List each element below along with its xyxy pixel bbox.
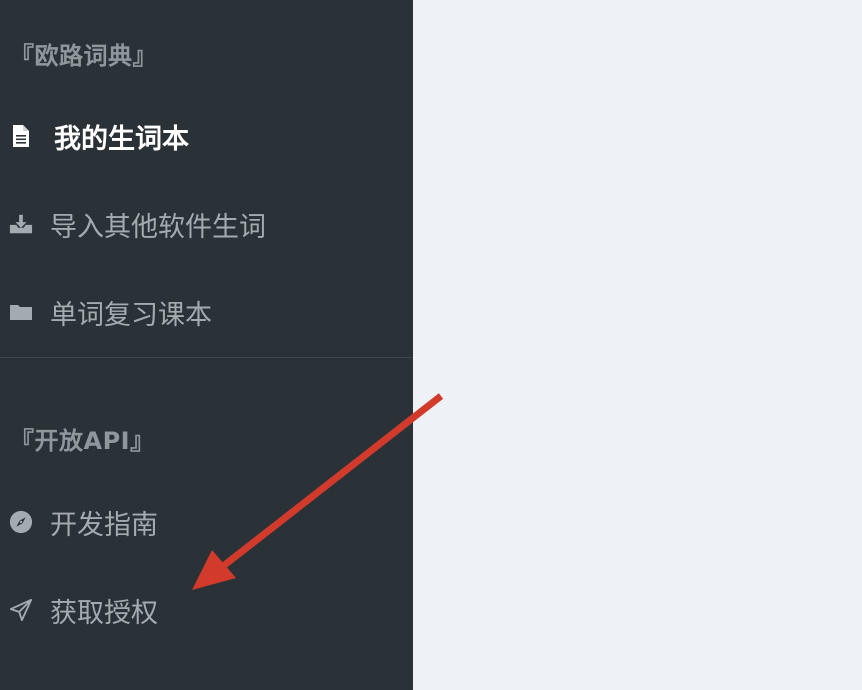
main-content-area <box>413 0 862 690</box>
sidebar-item-import-words[interactable]: 导入其他软件生词 <box>0 194 413 254</box>
sidebar-item-label: 开发指南 <box>50 509 158 541</box>
compass-icon <box>9 510 33 534</box>
sidebar-item-label: 我的生词本 <box>54 123 189 155</box>
download-tray-icon <box>9 212 33 236</box>
folder-icon <box>9 300 33 324</box>
section-divider <box>0 357 413 358</box>
section-title-eudic: 『欧路词典』 <box>10 42 157 70</box>
sidebar-item-dev-guide[interactable]: 开发指南 <box>0 492 413 552</box>
sidebar-item-get-authorization[interactable]: 获取授权 <box>0 580 413 640</box>
sidebar-item-my-wordbook[interactable]: 我的生词本 <box>0 106 413 166</box>
sidebar-item-label: 单词复习课本 <box>50 299 212 331</box>
sidebar-item-label: 导入其他软件生词 <box>50 211 266 243</box>
document-icon <box>9 124 33 148</box>
paper-plane-icon <box>9 598 33 622</box>
sidebar: 『欧路词典』 我的生词本 导入其他软件生词 单词复习课本 『开放API』 开发指… <box>0 0 413 690</box>
sidebar-item-review-textbook[interactable]: 单词复习课本 <box>0 282 413 342</box>
sidebar-item-label: 获取授权 <box>50 597 158 629</box>
section-title-open-api: 『开放API』 <box>10 427 155 455</box>
